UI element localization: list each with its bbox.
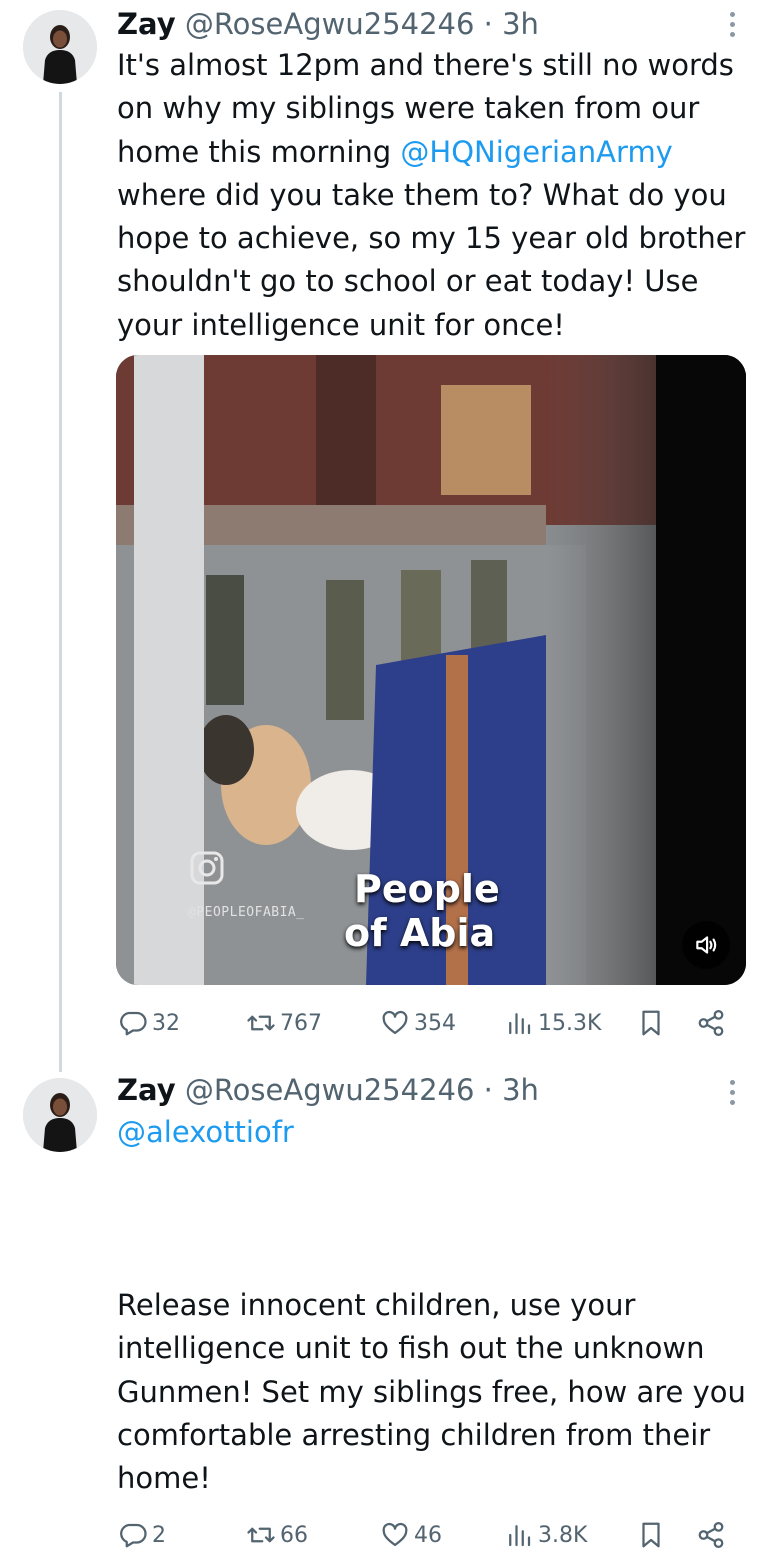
timestamp[interactable]: 3h xyxy=(502,7,539,41)
share-icon xyxy=(698,1522,724,1548)
thread-connector-line xyxy=(59,92,62,1072)
share-button[interactable] xyxy=(696,1003,726,1043)
like-button[interactable]: 46 xyxy=(380,1515,442,1555)
like-icon xyxy=(382,1522,408,1547)
repost-button[interactable]: 767 xyxy=(246,1003,322,1043)
reply-button[interactable]: 32 xyxy=(118,1003,180,1043)
user-handle[interactable]: @RoseAgwu254246 xyxy=(185,7,475,41)
reply-to-mention: @alexottiofr xyxy=(117,1111,757,1154)
more-icon xyxy=(729,1080,735,1085)
tweet-actions-bar: 32 767 354 15.3K xyxy=(116,1003,736,1043)
display-name[interactable]: Zay xyxy=(117,7,176,41)
tweet-text: Release innocent children, use your inte… xyxy=(117,1288,746,1496)
repost-count: 66 xyxy=(280,1522,308,1548)
tweet-text: It's almost 12pm and there's still no wo… xyxy=(117,44,757,347)
display-name[interactable]: Zay xyxy=(117,1073,176,1107)
timestamp[interactable]: 3h xyxy=(502,1073,539,1107)
caption-line-2: of Abia xyxy=(344,911,496,955)
views-icon xyxy=(509,1525,531,1547)
mention-link[interactable]: @alexottiofr xyxy=(117,1115,294,1149)
reply-count: 2 xyxy=(152,1522,166,1548)
tweet-actions-bar: 2 66 46 3.8K xyxy=(116,1515,736,1555)
avatar-image xyxy=(23,1078,97,1152)
repost-button[interactable]: 66 xyxy=(246,1515,308,1555)
more-options-button[interactable] xyxy=(726,12,738,42)
caption-line-1: People xyxy=(354,867,500,911)
bookmark-button[interactable] xyxy=(636,1003,666,1043)
reply-icon xyxy=(120,1523,147,1548)
reply-button[interactable]: 2 xyxy=(118,1515,166,1555)
volume-icon xyxy=(696,936,717,954)
bookmark-icon xyxy=(642,1522,660,1548)
more-options-button[interactable] xyxy=(726,1080,738,1110)
like-count: 354 xyxy=(414,1010,456,1036)
mention-link[interactable]: @HQNigerianArmy xyxy=(400,135,672,169)
share-icon xyxy=(698,1010,724,1036)
tweet-header: Zay @RoseAgwu254246 · 3h xyxy=(117,4,539,44)
repost-count: 767 xyxy=(280,1010,322,1036)
reply-count: 32 xyxy=(152,1010,180,1036)
bookmark-icon xyxy=(642,1010,660,1036)
tweet-text-part: where did you take them to? What do you … xyxy=(117,177,746,342)
video-caption: People of Abia xyxy=(344,867,500,955)
repost-icon xyxy=(247,1015,275,1031)
video-player[interactable]: @PEOPLEOFABIA_ People of Abia xyxy=(116,355,746,985)
video-watermark-handle: @PEOPLEOFABIA_ xyxy=(188,905,305,920)
repost-icon xyxy=(247,1527,275,1543)
avatar[interactable] xyxy=(23,1078,97,1152)
avatar[interactable] xyxy=(23,10,97,84)
tweet-header: Zay @RoseAgwu254246 · 3h xyxy=(117,1070,539,1110)
more-icon xyxy=(729,12,735,17)
unmute-button[interactable] xyxy=(682,921,730,969)
avatar-image xyxy=(23,10,97,84)
views-button[interactable]: 3.8K xyxy=(504,1515,587,1555)
like-icon xyxy=(382,1010,408,1035)
like-count: 46 xyxy=(414,1522,442,1548)
like-button[interactable]: 354 xyxy=(380,1003,456,1043)
bookmark-button[interactable] xyxy=(636,1515,666,1555)
user-handle[interactable]: @RoseAgwu254246 xyxy=(185,1073,475,1107)
views-button[interactable]: 15.3K xyxy=(504,1003,601,1043)
share-button[interactable] xyxy=(696,1515,726,1555)
separator-dot: · xyxy=(483,7,493,41)
reply-icon xyxy=(120,1011,147,1036)
views-icon xyxy=(509,1013,531,1035)
views-count: 3.8K xyxy=(538,1522,588,1548)
views-count: 15.3K xyxy=(538,1010,602,1036)
separator-dot: · xyxy=(483,1073,493,1107)
